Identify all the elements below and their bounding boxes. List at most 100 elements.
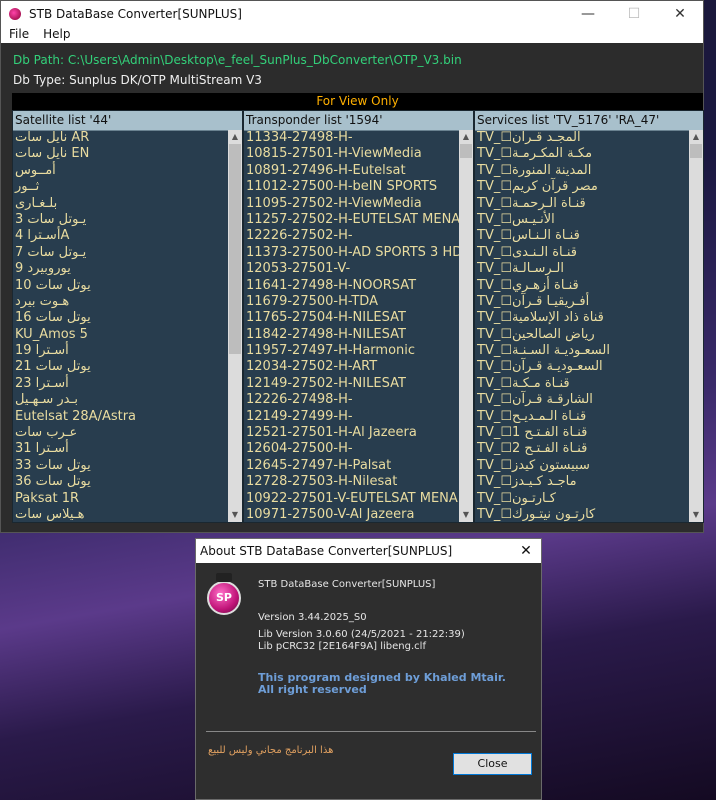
satellite-item[interactable]: أسـترا 23 [13,376,228,392]
satellite-item[interactable]: هـيلاس سات [13,507,228,522]
transponder-item[interactable]: 12604-27500-H- [244,441,459,457]
satellite-item[interactable]: يوتل سات 33 [13,458,228,474]
service-item[interactable]: TV_☐كارتـون نيتـورك [475,507,689,522]
service-item[interactable]: TV_☐الأنـيـس [475,212,689,228]
transponder-item[interactable]: 11373-27500-H-AD SPORTS 3 HD [244,245,459,261]
services-list[interactable]: Services list 'TV_5176' 'RA_47' TV_☐المج… [474,110,704,523]
transponder-list[interactable]: Transponder list '1594' 11334-27498-H- 10… [243,110,474,523]
satellite-item[interactable]: يوروبيرد 9 [13,261,228,277]
satellite-item[interactable]: نايل سات EN [13,146,228,162]
service-item[interactable]: TV_☐قنـاة الـنـدى [475,245,689,261]
minimize-button[interactable]: — [565,6,611,22]
satellite-item[interactable]: Paksat 1R [13,491,228,507]
service-item[interactable]: TV_☐قنـاة أزهـري [475,278,689,294]
transponder-item[interactable]: 12053-27501-V- [244,261,459,277]
service-item[interactable]: TV_☐كـارتـون [475,491,689,507]
transponder-item[interactable]: 11765-27504-H-NILESAT [244,310,459,326]
transponder-item[interactable]: 11679-27500-H-TDA [244,294,459,310]
transponder-item[interactable]: 12226-27498-H- [244,392,459,408]
service-item[interactable]: TV_☐أفـريقيـا قـرآن [475,294,689,310]
tv-icon [216,573,232,582]
scroll-thumb[interactable] [229,144,241,354]
transponder-item[interactable]: 12645-27497-H-Palsat [244,458,459,474]
satellite-item[interactable]: يوتل سات 21 [13,359,228,375]
satellite-item[interactable]: بـدر سـهـيل [13,392,228,408]
satellite-item[interactable]: Eutelsat 28A/Astra [13,409,228,425]
satellite-list[interactable]: Satellite list '44' نايل سات AR نايل سات … [12,110,243,523]
about-close-icon[interactable]: ✕ [511,543,541,559]
scroll-up-icon[interactable]: ▲ [459,130,473,144]
satellite-item[interactable]: أسـترا 4A [13,228,228,244]
scroll-up-icon[interactable]: ▲ [689,130,703,144]
service-item[interactable]: TV_☐قنـاة الـمـديـح [475,409,689,425]
service-item[interactable]: TV_☐قنـاة الـنـاس [475,228,689,244]
menu-file[interactable]: File [9,27,29,43]
satellite-item[interactable]: أسـترا 31 [13,441,228,457]
transponder-item[interactable]: 11334-27498-H- [244,130,459,146]
transponder-scrollbar[interactable]: ▲ ▼ [459,130,473,522]
service-item[interactable]: TV_☐السعـوديـة قـرآن [475,359,689,375]
transponder-item[interactable]: 12034-27502-H-ART [244,359,459,375]
about-title-bar: About STB DataBase Converter[SUNPLUS] ✕ [196,539,541,563]
satellite-list-header: Satellite list '44' [13,111,242,131]
menu-help[interactable]: Help [43,27,70,43]
scroll-thumb[interactable] [460,144,472,158]
transponder-item[interactable]: 11257-27502-H-EUTELSAT MENA [244,212,459,228]
satellite-item[interactable]: أسـترا 19 [13,343,228,359]
scroll-down-icon[interactable]: ▼ [459,508,473,522]
transponder-item[interactable]: 11957-27497-H-Harmonic [244,343,459,359]
scroll-down-icon[interactable]: ▼ [689,508,703,522]
service-item[interactable]: TV_☐رياض الصالحين [475,327,689,343]
close-window-button[interactable]: ✕ [657,6,703,22]
services-scrollbar[interactable]: ▲ ▼ [689,130,703,522]
transponder-item[interactable]: 10971-27500-V-Al Jazeera [244,507,459,522]
about-close-button[interactable]: Close [453,753,532,775]
transponder-item[interactable]: 11641-27498-H-NOORSAT [244,278,459,294]
transponder-item[interactable]: 10815-27501-H-ViewMedia [244,146,459,162]
transponder-item[interactable]: 10922-27501-V-EUTELSAT MENA [244,491,459,507]
transponder-item[interactable]: 12728-27503-H-Nilesat [244,474,459,490]
satellite-item[interactable]: عـرب سات [13,425,228,441]
scroll-down-icon[interactable]: ▼ [228,508,242,522]
transponder-item[interactable]: 12521-27501-H-Al Jazeera [244,425,459,441]
service-item[interactable]: TV_☐الشارقـة قـرآن [475,392,689,408]
view-only-banner: For View Only [12,93,703,110]
scroll-up-icon[interactable]: ▲ [228,130,242,144]
service-item[interactable]: TV_☐السعـوديـة السـنـة [475,343,689,359]
satellite-item[interactable]: بلـغـارى [13,196,228,212]
service-item[interactable]: TV_☐قنـاة الـرحمـة [475,196,689,212]
transponder-item[interactable]: 11012-27500-H-beIN SPORTS [244,179,459,195]
service-item[interactable]: TV_☐ماجـد كـيـدز [475,474,689,490]
service-item[interactable]: TV_☐قنـاة الفـتـح 2 [475,441,689,457]
satellite-item[interactable]: نايل سات AR [13,130,228,146]
service-item[interactable]: TV_☐سبيستون كيدز [475,458,689,474]
satellite-item[interactable]: يوتل سات 16 [13,310,228,326]
satellite-item[interactable]: يـوتل سات 3 [13,212,228,228]
satellite-item[interactable]: أمــوس [13,163,228,179]
transponder-item[interactable]: 10891-27496-H-Eutelsat [244,163,459,179]
satellite-item[interactable]: يوتل سات 10 [13,278,228,294]
service-item[interactable]: TV_☐قنـاة مـكـة [475,376,689,392]
window-title: STB DataBase Converter[SUNPLUS] [29,7,242,21]
transponder-item[interactable]: 12149-27499-H- [244,409,459,425]
satellite-item[interactable]: KU_Amos 5 [13,327,228,343]
transponder-item[interactable]: 12149-27502-H-NILESAT [244,376,459,392]
service-item[interactable]: TV_☐مكـة المكـرمـة [475,146,689,162]
service-item[interactable]: TV_☐قنـاة الفـتـح 1 [475,425,689,441]
transponder-item[interactable]: 11095-27502-H-ViewMedia [244,196,459,212]
transponder-item[interactable]: 11842-27498-H-NILESAT [244,327,459,343]
service-item[interactable]: TV_☐المدينة المنورة [475,163,689,179]
transponder-item[interactable]: 12226-27502-H- [244,228,459,244]
scroll-thumb[interactable] [690,144,702,158]
satellite-scrollbar[interactable]: ▲ ▼ [228,130,242,522]
satellite-item[interactable]: هـوت بيرد [13,294,228,310]
maximize-button[interactable]: ☐ [611,6,657,22]
satellite-item[interactable]: يوتل سات 36 [13,474,228,490]
service-item[interactable]: TV_☐المجـد قـرآن [475,130,689,146]
satellite-item[interactable]: ثــور [13,179,228,195]
satellite-item[interactable]: يـوتل سات 7 [13,245,228,261]
about-version: Version 3.44.2025_S0 [258,612,367,623]
service-item[interactable]: TV_☐قناة ذاد الإسلامية [475,310,689,326]
service-item[interactable]: TV_☐الـرسـالـة [475,261,689,277]
service-item[interactable]: TV_☐مصر قرآن كريم [475,179,689,195]
